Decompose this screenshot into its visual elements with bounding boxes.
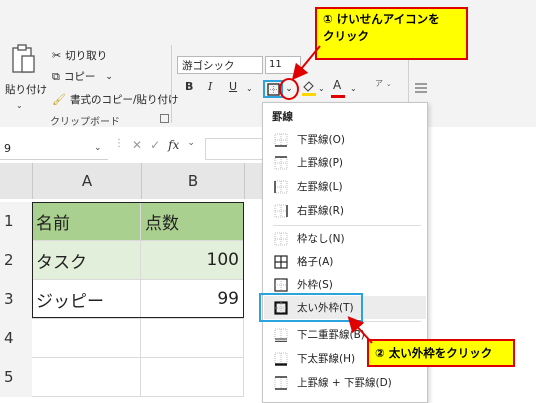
copy-label: コピー	[63, 71, 96, 83]
paste-button[interactable]: 貼り付け	[5, 82, 47, 97]
group-divider	[171, 45, 172, 123]
top-and-bottom-border-icon	[274, 375, 288, 390]
phonetic-label: ア	[375, 79, 383, 88]
row-header-5[interactable]: 5	[0, 358, 32, 397]
outside-borders-icon	[274, 277, 288, 292]
copy-icon: ⧉	[52, 69, 60, 83]
name-box[interactable]: 9	[0, 138, 108, 160]
cell-b1[interactable]: 点数	[141, 202, 244, 241]
row-header-1[interactable]: 1	[0, 202, 32, 241]
column-header-b[interactable]: B	[141, 163, 244, 199]
cell-b3[interactable]: 99	[141, 280, 244, 319]
cell-a1[interactable]: 名前	[32, 202, 141, 241]
menu-item-right-border[interactable]: 右罫線(R)	[264, 199, 426, 222]
phonetic-guide-icon[interactable]: ア ⌄	[375, 78, 392, 89]
paste-dropdown-chevron-icon[interactable]: ⌄	[16, 101, 23, 110]
callout-step-1-line-1: ① けいせんアイコンを	[323, 12, 440, 26]
font-color-button[interactable]: A	[333, 78, 341, 92]
menu-item-bottom-border[interactable]: 下罫線(O)	[264, 128, 426, 151]
scissors-icon: ✂	[52, 49, 62, 62]
fill-dropdown-chevron-icon[interactable]: ⌄	[318, 84, 325, 93]
paste-icon[interactable]	[10, 44, 36, 76]
menu-item-label: 右罫線(R)	[297, 205, 344, 217]
font-color-bar	[331, 95, 345, 98]
formula-input[interactable]	[205, 138, 262, 160]
copy-button[interactable]: ⧉ コピー ⌄	[52, 69, 113, 84]
clipboard-dialog-launcher-icon[interactable]	[160, 114, 169, 123]
column-header-a[interactable]: A	[32, 163, 141, 199]
select-all-corner[interactable]	[0, 163, 32, 199]
top-border-icon	[274, 155, 288, 169]
cell-a2[interactable]: タスク	[32, 241, 141, 280]
copy-dropdown-chevron-icon[interactable]: ⌄	[105, 72, 113, 82]
thick-outside-borders-icon	[274, 300, 288, 315]
font-name-field[interactable]: 游ゴシック	[177, 56, 263, 74]
row-header-3[interactable]: 3	[0, 280, 32, 319]
menu-item-no-border[interactable]: 枠なし(N)	[264, 227, 426, 250]
row-header-2[interactable]: 2	[0, 241, 32, 280]
font-color-dropdown-chevron-icon[interactable]: ⌄	[350, 84, 357, 93]
menu-divider	[273, 225, 421, 226]
paintbrush-icon: 🖌	[52, 93, 66, 106]
clipboard-group-label: クリップボード	[50, 117, 120, 128]
cut-button[interactable]: ✂ 切り取り	[52, 48, 107, 63]
row-header-4[interactable]: 4	[0, 319, 32, 358]
cell-b5[interactable]	[141, 358, 244, 397]
all-borders-icon	[274, 254, 288, 269]
menu-item-outside-borders[interactable]: 外枠(S)	[264, 273, 426, 296]
cell-b4[interactable]	[141, 319, 244, 358]
menu-item-label: 上罫線(P)	[297, 157, 344, 169]
enter-icon[interactable]: ✓	[150, 138, 160, 152]
annotation-circle	[279, 78, 299, 100]
bold-button[interactable]: B	[185, 80, 193, 93]
right-border-icon	[274, 204, 288, 217]
menu-item-left-border[interactable]: 左罫線(L)	[264, 175, 426, 198]
insert-function-button[interactable]: fx	[168, 138, 179, 152]
borders-icon	[266, 82, 280, 96]
menu-item-label: 下罫線(O)	[297, 134, 345, 146]
more-options-icon[interactable]: ⋮	[114, 138, 124, 152]
menu-item-label: 下太罫線(H)	[297, 353, 356, 365]
fx-dropdown-chevron-icon[interactable]: ⌄	[187, 138, 195, 152]
left-border-icon	[274, 180, 288, 193]
callout-step-1: ① けいせんアイコンを クリック	[315, 7, 468, 60]
menu-item-all-borders[interactable]: 格子(A)	[264, 250, 426, 273]
callout-step-1-line-2: クリック	[323, 29, 369, 43]
name-box-chevron-icon[interactable]: ⌄	[94, 143, 102, 153]
bottom-double-border-icon	[274, 328, 288, 342]
menu-item-label: 下二重罫線(B)	[297, 329, 365, 341]
borders-menu-heading: 罫線	[272, 111, 293, 123]
underline-dropdown-chevron-icon[interactable]: ⌄	[246, 84, 253, 93]
menu-item-top-border[interactable]: 上罫線(P)	[264, 151, 426, 174]
menu-divider	[273, 321, 421, 322]
menu-item-top-and-bottom-border[interactable]: 上罫線 + 下罫線(D)	[264, 371, 426, 394]
menu-item-label: 枠なし(N)	[297, 233, 345, 245]
cell-a3[interactable]: ジッピー	[32, 280, 141, 319]
cut-label: 切り取り	[65, 50, 108, 62]
fill-color-icon[interactable]	[301, 79, 317, 97]
menu-item-label: 格子(A)	[297, 256, 334, 268]
font-size-field[interactable]: 11	[265, 56, 301, 74]
no-border-icon	[274, 232, 288, 245]
underline-button[interactable]: U	[229, 80, 237, 93]
callout-step-2: ② 太い外枠をクリック	[367, 339, 515, 367]
menu-item-label: 外枠(S)	[297, 279, 333, 291]
menu-item-thick-outside-borders[interactable]: 太い外枠(T)	[264, 296, 426, 319]
align-top-icon[interactable]	[414, 80, 428, 94]
cell-a5[interactable]	[32, 358, 141, 397]
menu-item-label: 太い外枠(T)	[297, 302, 354, 314]
menu-item-label: 左罫線(L)	[297, 181, 343, 193]
menu-item-label: 上罫線 + 下罫線(D)	[297, 377, 392, 389]
bottom-border-icon	[274, 133, 288, 147]
column-header-c[interactable]	[244, 163, 262, 199]
cell-b2[interactable]: 100	[141, 241, 244, 280]
cancel-icon[interactable]: ✕	[132, 138, 142, 152]
formula-controls: ⋮ ✕ ✓ fx ⌄	[114, 138, 195, 152]
thick-bottom-border-icon	[274, 352, 288, 366]
cell-a4[interactable]	[32, 319, 141, 358]
format-painter-button[interactable]: 🖌 書式のコピー/貼り付け	[52, 92, 179, 107]
format-painter-label: 書式のコピー/貼り付け	[69, 94, 179, 106]
italic-button[interactable]: I	[208, 80, 212, 93]
